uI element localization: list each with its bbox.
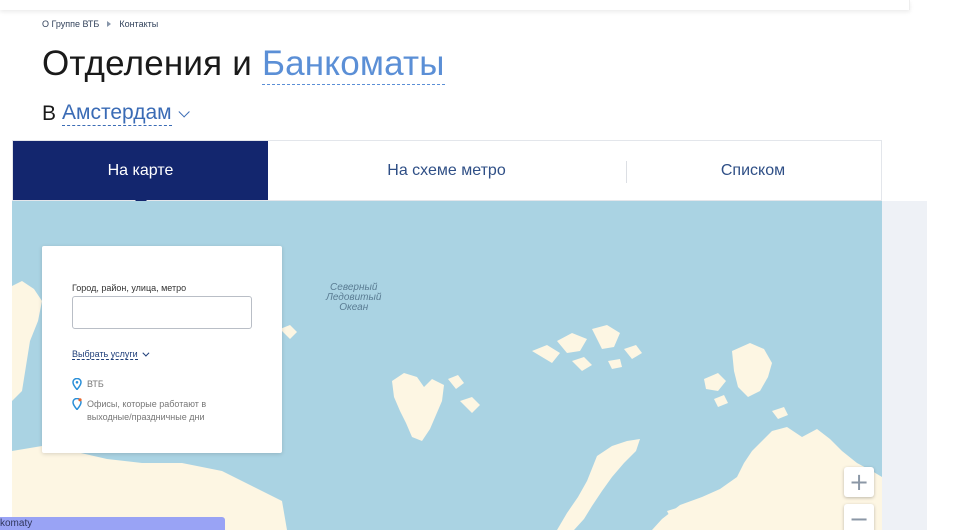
legend-vtb: ВТБ: [72, 378, 247, 391]
view-tabs: На карте На схеме метро Списком: [12, 140, 882, 206]
map-pin-clock-icon: [72, 398, 82, 410]
tab-list[interactable]: Списком: [625, 141, 881, 200]
legend-weekend-offices-label: Офисы, которые работают в выходные/празд…: [87, 399, 207, 422]
search-label: Город, район, улица, метро: [72, 283, 187, 293]
page-title-prefix: Отделения и: [42, 44, 262, 83]
city-link[interactable]: Амстердам: [62, 101, 172, 126]
status-bar-url: komaty: [0, 517, 225, 530]
legend-vtb-label: ВТБ: [87, 379, 104, 389]
ocean-label: Северный Ледовитый Океан: [326, 283, 381, 313]
page: О Группе ВТБ Контакты Отделения и Банком…: [0, 0, 959, 530]
search-panel: Город, район, улица, метро Выбрать услуг…: [42, 246, 282, 453]
ocean-label-line-3: Океан: [339, 302, 369, 313]
header-strip: [0, 0, 910, 10]
search-input[interactable]: [72, 296, 252, 329]
city-prefix: В: [42, 101, 57, 125]
breadcrumb-item-contacts[interactable]: Контакты: [119, 19, 158, 29]
select-services-link[interactable]: Выбрать услуги: [72, 349, 150, 360]
chevron-down-icon[interactable]: [142, 349, 150, 357]
map-pin-icon: [72, 378, 82, 390]
zoom-out-button[interactable]: −: [844, 504, 874, 530]
tab-map[interactable]: На карте: [13, 141, 268, 206]
tab-metro[interactable]: На схеме метро: [268, 141, 625, 200]
chevron-down-icon[interactable]: [178, 105, 190, 118]
tab-divider: [626, 161, 627, 183]
atm-link[interactable]: Банкоматы: [261, 44, 445, 85]
map-side-background: [882, 201, 927, 530]
breadcrumb-separator-icon: [107, 21, 112, 27]
legend-weekend-offices: Офисы, которые работают в выходные/празд…: [72, 398, 247, 424]
city-selector: В Амстердам: [42, 101, 190, 126]
select-services-label[interactable]: Выбрать услуги: [72, 349, 138, 360]
breadcrumb-item-vtb-group[interactable]: О Группе ВТБ: [42, 19, 99, 29]
breadcrumb: О Группе ВТБ Контакты: [42, 19, 158, 29]
page-title: Отделения и Банкоматы: [42, 44, 445, 85]
zoom-in-button[interactable]: +: [844, 467, 874, 497]
